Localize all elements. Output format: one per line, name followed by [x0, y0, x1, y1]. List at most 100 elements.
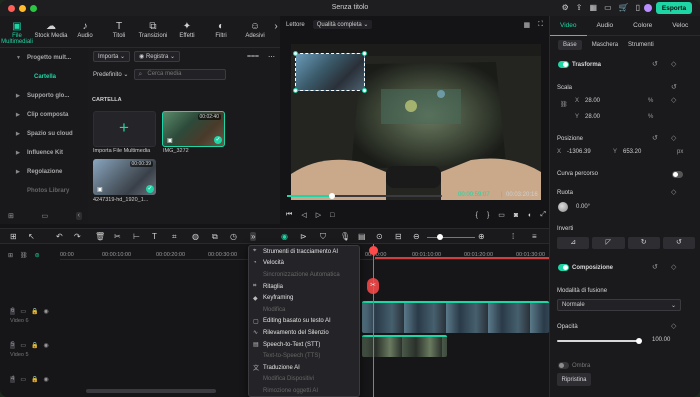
menu-item-tracking[interactable]: ⌖ Strumenti di tracciamento AI [249, 246, 359, 258]
reset-icon[interactable]: ↺ [652, 263, 658, 271]
shadow-toggle[interactable] [558, 362, 569, 369]
menu-item-silence-detection[interactable]: ∿ Rilevamento del Silenzio [249, 327, 359, 339]
camera-icon[interactable]: ◙ [514, 212, 518, 219]
sidebar-item-cartella[interactable]: Cartella [0, 67, 88, 86]
zoom-out-icon[interactable]: ⊖ [413, 232, 420, 241]
rotate-cw-button[interactable]: ↻ [627, 237, 660, 249]
sidebar-item-progetto[interactable]: ▼ Progetto mult... [0, 48, 88, 67]
search-input[interactable]: ⌕ Cerca media [134, 68, 227, 80]
export-button[interactable]: Esporta [656, 2, 692, 14]
playback-progress[interactable] [287, 193, 442, 199]
layout-icon[interactable]: ⊞ [10, 232, 17, 241]
folder-icon[interactable]: ▭ [20, 376, 26, 383]
opacity-slider-handle[interactable] [636, 338, 642, 344]
timeline-clip[interactable] [362, 335, 447, 357]
resize-handle[interactable] [293, 88, 298, 93]
keyframe-icon[interactable]: ◇ [671, 322, 676, 330]
scale-x-field[interactable]: X 28.00 [575, 96, 600, 106]
tab-file-multimediali[interactable]: ▣ File Multimediali [0, 16, 34, 47]
mark-out-icon[interactable]: } [487, 212, 489, 219]
monitor-icon[interactable]: ▭ [498, 211, 505, 219]
filter-icon[interactable]: ⩶ [247, 53, 259, 61]
text-icon[interactable]: T [152, 232, 157, 241]
menu-item-keyframing[interactable]: ◆ Keyframing [249, 292, 359, 304]
menu-item-speed[interactable]: ◔ Velocità [249, 258, 359, 270]
folder-icon[interactable]: ▭ [41, 212, 48, 220]
caption-icon[interactable]: ▤ [358, 232, 366, 241]
menu-item-translation[interactable]: 文 Traduzione AI [249, 362, 359, 374]
keyframe-icon[interactable]: ◇ [671, 60, 676, 68]
zoom-slider[interactable] [427, 234, 475, 240]
collapse-icon[interactable]: ‹ [75, 212, 82, 220]
voice-icon[interactable]: ⊙ [376, 232, 383, 241]
tab-audio[interactable]: ♪ Audio [68, 16, 102, 47]
import-media-tile[interactable]: + [93, 111, 156, 147]
tab-colore[interactable]: Colore [623, 16, 662, 36]
position-x-field[interactable]: X -1306.39 [557, 147, 591, 157]
video-preview[interactable] [291, 44, 541, 200]
play-range-icon[interactable]: ⊳ [300, 232, 307, 241]
monitor-icon[interactable]: ▭ [604, 3, 612, 12]
quality-dropdown[interactable]: Qualità completa ⌄ [312, 20, 373, 29]
upload-icon[interactable]: ⇪ [576, 3, 583, 12]
playhead-handle[interactable] [369, 246, 378, 255]
tab-stock-media[interactable]: ☁ Stock Media [34, 16, 68, 47]
redo-icon[interactable]: ↷ [74, 232, 81, 241]
tab-effetti[interactable]: ✦ Effetti [170, 16, 204, 47]
prev-frame-icon[interactable]: ⏮ [286, 211, 292, 219]
ai-icon[interactable]: ◉ [281, 232, 288, 241]
play-icon[interactable]: ▷ [316, 211, 321, 219]
eye-icon[interactable]: ◉ [44, 342, 49, 349]
timeline-scrollbar[interactable] [86, 389, 216, 393]
lock-icon[interactable]: 🔒 [31, 308, 38, 315]
keyframe-icon[interactable]: ◇ [671, 134, 676, 142]
zoom-in-icon[interactable]: ⊕ [478, 232, 485, 241]
settings-icon[interactable]: ≡ [532, 232, 537, 241]
reset-icon[interactable]: ↺ [671, 83, 677, 91]
reset-icon[interactable]: ↺ [652, 60, 658, 68]
stop-icon[interactable]: □ [330, 212, 334, 219]
sidebar-item-clip-composta[interactable]: ▶ Clip composta [0, 105, 88, 124]
mic-icon[interactable]: 🎙 [340, 232, 350, 241]
import-dropdown[interactable]: Importa ⌄ [93, 51, 131, 62]
curve-toggle[interactable] [672, 171, 683, 178]
sidebar-item-regolazione[interactable]: ▶ Regolazione [0, 162, 88, 181]
tab-transizioni[interactable]: ⧉ Transizioni [136, 16, 170, 47]
duplicate-icon[interactable]: ⧉ [212, 232, 218, 242]
timer-icon[interactable]: ◷ [230, 232, 237, 241]
snapshot-icon[interactable]: ▦ [523, 21, 530, 29]
keyframe-icon[interactable]: ◇ [671, 96, 676, 104]
eye-icon[interactable]: ◉ [44, 376, 49, 383]
new-folder-icon[interactable]: ⊞ [8, 212, 14, 220]
step-back-icon[interactable]: ◁ [301, 211, 306, 219]
playhead[interactable] [373, 244, 374, 397]
menu-item-crop[interactable]: ⌗ Ritaglia [249, 281, 359, 293]
sidebar-item-photos-library[interactable]: Photos Library [0, 181, 88, 200]
composition-toggle[interactable] [558, 264, 569, 271]
progress-handle[interactable] [328, 193, 335, 199]
ripple-icon[interactable]: ⊢ [133, 232, 140, 241]
tab-video[interactable]: Video [550, 16, 587, 36]
volume-icon[interactable]: ◖ [527, 212, 531, 219]
reset-button[interactable]: Ripristina [557, 373, 591, 386]
rotate-dial[interactable] [558, 202, 568, 212]
media-item-4247319[interactable]: 00:00:39 ✓ ▣ [93, 159, 156, 195]
menu-item-stt[interactable]: ▤ Speech-to-Text (STT) [249, 339, 359, 351]
sidebar-item-cloud[interactable]: ▶ Spazio su cloud [0, 124, 88, 143]
scale-y-field[interactable]: Y 28.00 [575, 112, 600, 122]
gear-icon[interactable]: ⚙ [562, 3, 569, 12]
undo-icon[interactable]: ↶ [56, 232, 63, 241]
opacity-value[interactable]: 100.00 [652, 335, 670, 345]
add-track-icon[interactable]: ⊞ [8, 252, 13, 259]
select-icon[interactable]: ↖ [28, 232, 35, 241]
rotate-ccw-button[interactable]: ↺ [662, 237, 695, 249]
subtab-maschera[interactable]: Maschera [592, 42, 618, 48]
tabs-more-chevron-icon[interactable]: › [272, 16, 280, 47]
media-item-img3272[interactable]: 00:02:40 ✓ ▣ [162, 111, 225, 147]
folder-icon[interactable]: ▭ [20, 342, 26, 349]
fullscreen-icon[interactable]: ⛶ [538, 21, 543, 29]
split-icon[interactable]: ✂ [114, 232, 121, 241]
sort-dropdown[interactable]: Predefinito ⌄ [93, 71, 128, 78]
shield-icon[interactable]: ⛉ [320, 232, 326, 242]
keyframe-icon[interactable]: ◇ [671, 263, 676, 271]
